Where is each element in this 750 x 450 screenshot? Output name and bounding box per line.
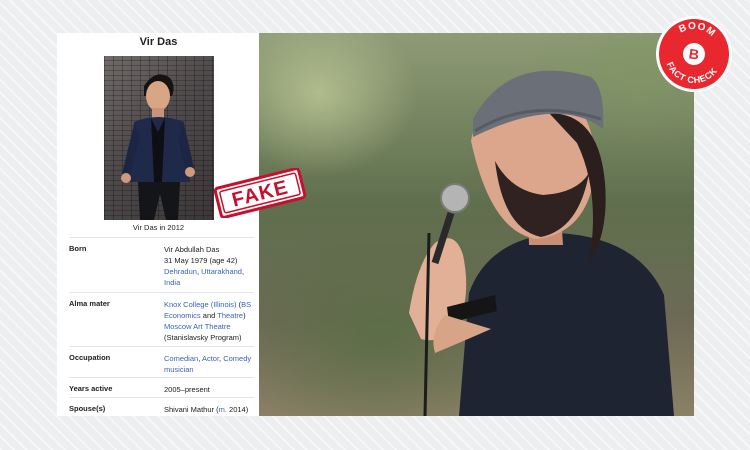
link-comedy[interactable]: Comedy <box>223 354 251 363</box>
value-text: ) <box>243 311 246 320</box>
row-label: Spouse(s) <box>69 404 106 413</box>
value-text: Shivani Mathur ( <box>164 405 219 414</box>
infobox-row-years-active: Years active 2005–present <box>69 377 254 398</box>
infobox-row-alma-mater: Alma mater Knox College (Illinois) (BS E… <box>69 292 254 347</box>
value-text: , <box>241 267 245 276</box>
link-uttarakhand[interactable]: Uttarakhand <box>201 267 242 276</box>
row-value: Knox College (Illinois) (BS Economics an… <box>164 299 252 343</box>
row-label: Born <box>69 244 87 253</box>
infobox-row-born: Born Vir Abdullah Das 31 May 1979 (age 4… <box>69 237 254 293</box>
link-india[interactable]: India <box>164 278 180 287</box>
fake-stamp: FAKE <box>213 168 307 218</box>
row-label: Occupation <box>69 353 111 362</box>
value-line: 31 May 1979 (age 42) <box>164 255 252 266</box>
row-label: Years active <box>69 384 113 393</box>
comedian-illustration <box>409 70 674 416</box>
infobox-portrait <box>104 56 214 220</box>
link-dehradun[interactable]: Dehradun <box>164 267 197 276</box>
link-moscow-art-theatre[interactable]: Moscow Art Theatre <box>164 322 231 331</box>
infobox-title: Vir Das <box>139 36 178 48</box>
value-line: 2005–present <box>164 384 252 395</box>
value-line: India <box>164 277 252 288</box>
wikipedia-infobox: Vir Das Vir Das in 2012 Born Vir Abdulla… <box>57 33 260 416</box>
value-text: 31 May 1979 (age 42) <box>164 256 238 265</box>
link-economics[interactable]: Economics <box>164 311 201 320</box>
portrait-caption: Vir Das in 2012 <box>132 223 185 232</box>
infobox-row-spouse: Spouse(s) Shivani Mathur (m. 2014) <box>69 397 254 416</box>
value-line: musician <box>164 364 252 375</box>
comedian-photo <box>259 33 694 416</box>
link-musician[interactable]: musician <box>164 365 194 374</box>
value-line: Moscow Art Theatre <box>164 321 252 332</box>
value-line: Knox College (Illinois) (BS <box>164 299 252 310</box>
value-text: 2005–present <box>164 385 210 394</box>
link-bs[interactable]: BS <box>241 300 251 309</box>
link-actor[interactable]: Actor <box>202 354 219 363</box>
boom-fact-check-badge: BOOM B FACT CHECK <box>656 16 732 92</box>
link-knox-college[interactable]: Knox College (Illinois) <box>164 300 237 309</box>
link-married[interactable]: m. <box>219 405 227 414</box>
value-text: and <box>200 311 218 320</box>
value-text: 2014) <box>226 405 249 414</box>
value-line: (Stanislavsky Program) <box>164 332 252 343</box>
value-text: Vir Abdullah Das <box>164 245 220 254</box>
infobox-row-occupation: Occupation Comedian, Actor, Comedy music… <box>69 346 254 378</box>
value-line: Economics and Theatre) <box>164 310 252 321</box>
row-value: Shivani Mathur (m. 2014) <box>164 404 252 415</box>
row-value: 2005–present <box>164 384 252 395</box>
link-theatre[interactable]: Theatre <box>217 311 243 320</box>
row-value: Vir Abdullah Das 31 May 1979 (age 42) De… <box>164 244 252 288</box>
value-line: Comedian, Actor, Comedy <box>164 353 252 364</box>
link-comedian[interactable]: Comedian <box>164 354 198 363</box>
row-value: Comedian, Actor, Comedy musician <box>164 353 252 375</box>
value-text: (Stanislavsky Program) <box>164 333 242 342</box>
value-line: Vir Abdullah Das <box>164 244 252 255</box>
value-line: Dehradun, Uttarakhand, <box>164 266 252 277</box>
row-label: Alma mater <box>69 299 110 308</box>
value-line: Shivani Mathur (m. 2014) <box>164 404 252 415</box>
portrait-figure <box>121 74 195 220</box>
